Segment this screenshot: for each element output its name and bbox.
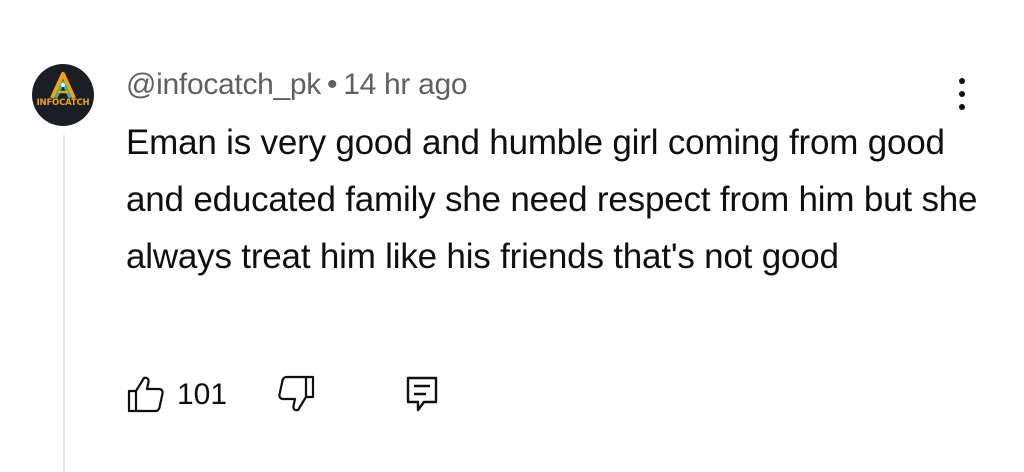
comment-time: 14 hr ago [343,68,468,101]
comment-header: @infocatch_pk • 14 hr ago [126,68,468,102]
like-button[interactable] [126,374,166,414]
thumbs-down-icon [278,375,315,412]
thumbs-up-icon [127,376,164,413]
comment-text: Eman is very good and humble girl coming… [126,123,978,276]
more-vertical-icon [959,78,965,84]
reply-comment-icon [406,376,438,412]
comment-author[interactable]: @infocatch_pk [126,68,321,101]
reply-button[interactable] [404,374,440,414]
avatar-label: INFOCATCH [36,98,90,108]
infocatch-logo-icon [50,72,76,99]
like-count: 101 [177,378,228,411]
avatar[interactable]: INFOCATCH [32,64,94,126]
more-options-button[interactable] [950,74,974,114]
header-separator: • [327,68,338,101]
thread-line [63,135,65,472]
dislike-button[interactable] [268,374,316,414]
